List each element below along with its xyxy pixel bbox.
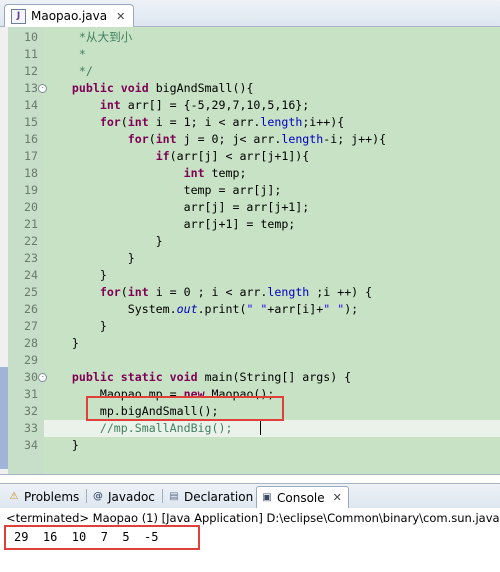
code-line[interactable]: 10 *从大到小 (0, 29, 500, 46)
code-line[interactable]: 17 if(arr[j] < arr[j+1]){ (0, 148, 500, 165)
tab-label: Problems (24, 489, 80, 504)
console-view: <terminated> Maopao (1) [Java Applicatio… (0, 508, 500, 572)
editor-tab-bar: J Maopao.java ✕ (0, 0, 500, 27)
line-number: 10 (24, 30, 38, 44)
line-number: 25 (24, 285, 38, 299)
java-file-icon: J (11, 8, 26, 24)
line-number: 19 (24, 183, 38, 197)
line-number: 16 (24, 132, 38, 146)
declaration-icon: ▤ (169, 491, 179, 502)
code-text: arr[j+1] = temp; (44, 217, 296, 231)
tab-javadoc[interactable]: @ Javadoc (88, 486, 161, 507)
text-caret (260, 421, 261, 435)
code-line[interactable]: 11 * (0, 46, 500, 63)
line-number: 29 (24, 353, 38, 367)
code-line[interactable]: 14 int arr[] = {-5,29,7,10,5,16}; (0, 97, 500, 114)
line-number: 34 (24, 438, 38, 452)
line-number: 31 (24, 387, 38, 401)
code-line[interactable]: 29 (0, 352, 500, 369)
code-text: int temp; (183, 166, 247, 180)
line-number: 26 (24, 302, 38, 316)
code-line[interactable]: 18 int temp; (0, 165, 500, 182)
code-text: } (44, 251, 135, 265)
tab-console[interactable]: ▣ Console ✕ (256, 486, 349, 508)
bottom-panel-tab-bar: ⚠ Problems @ Javadoc ▤ Declaration ▣ Con… (0, 483, 500, 509)
code-text: } (44, 319, 107, 333)
line-number: 24 (24, 268, 38, 282)
tab-problems[interactable]: ⚠ Problems (4, 486, 85, 507)
line-number: 27 (24, 319, 38, 333)
line-number: 21 (24, 217, 38, 231)
console-status-line: <terminated> Maopao (1) [Java Applicatio… (6, 511, 500, 525)
code-text: arr[j] = arr[j+1]; (44, 200, 310, 214)
line-number: 12 (24, 64, 38, 78)
line-number: 11 (24, 47, 38, 61)
code-text: *从大到小 (44, 30, 133, 44)
code-text: for(int j = 0; j< arr.length-i; j++){ (127, 132, 387, 146)
code-line[interactable]: 34 } (0, 437, 500, 454)
code-line[interactable]: 20 arr[j] = arr[j+1]; (0, 199, 500, 216)
code-text: } (44, 268, 107, 282)
editor-tab-maopao[interactable]: J Maopao.java ✕ (4, 4, 135, 27)
line-number: 23 (24, 251, 38, 265)
console-output: 29 16 10 7 5 -5 (14, 530, 159, 544)
code-text: int arr[] = {-5,29,7,10,5,16}; (99, 98, 310, 112)
code-line[interactable]: 27 } (0, 318, 500, 335)
tab-label: Javadoc (108, 489, 155, 504)
line-number: 20 (24, 200, 38, 214)
code-line[interactable]: 13- public void bigAndSmall(){ (0, 80, 500, 97)
code-editor[interactable]: 10 *从大到小 11 * 12 */13- public void bigAndS… (0, 27, 500, 475)
code-text: */ (44, 64, 93, 78)
code-text: for(int i = 1; i < arr.length;i++){ (99, 115, 345, 129)
line-number: 28 (24, 336, 38, 350)
line-number: 17 (24, 149, 38, 163)
close-icon[interactable]: ✕ (333, 491, 342, 504)
code-line[interactable]: 23 } (0, 250, 500, 267)
code-line[interactable]: 24 } (0, 267, 500, 284)
code-text: } (44, 234, 163, 248)
javadoc-icon: @ (93, 491, 103, 502)
code-text: //mp.SmallAndBig(); (44, 421, 233, 435)
code-line[interactable]: 12 */ (0, 63, 500, 80)
highlight-box-method-call (86, 396, 284, 421)
code-text: public void bigAndSmall(){ (71, 81, 254, 95)
code-line[interactable]: 26 System.out.print(" "+arr[i]+" "); (0, 301, 500, 318)
tab-declaration[interactable]: ▤ Declaration (164, 486, 259, 507)
code-text: * (44, 47, 86, 61)
code-line[interactable]: 19 temp = arr[j]; (0, 182, 500, 199)
problems-icon: ⚠ (9, 491, 19, 502)
line-number: 33 (24, 421, 38, 435)
line-number: 18 (24, 166, 38, 180)
code-text: for(int i = 0 ; i < arr.length ;i ++) { (99, 285, 373, 299)
line-number: 14 (24, 98, 38, 112)
code-text: if(arr[j] < arr[j+1]){ (155, 149, 310, 163)
code-line[interactable]: 22 } (0, 233, 500, 250)
tab-label: Console (277, 490, 325, 505)
line-number: 22 (24, 234, 38, 248)
code-text: System.out.print(" "+arr[i]+" "); (44, 302, 359, 316)
code-text: public static void main(String[] args) { (71, 370, 352, 384)
code-line[interactable]: 30- public static void main(String[] arg… (0, 369, 500, 386)
editor-tab-label: Maopao.java (31, 9, 108, 23)
close-icon[interactable]: ✕ (116, 10, 125, 23)
code-line[interactable]: 33 //mp.SmallAndBig(); (24, 420, 500, 437)
code-text: temp = arr[j]; (44, 183, 282, 197)
code-line[interactable]: 28 } (0, 335, 500, 352)
code-line[interactable]: 25 for(int i = 0 ; i < arr.length ;i ++)… (0, 284, 500, 301)
code-text: } (44, 336, 79, 350)
code-line[interactable]: 15 for(int i = 1; i < arr.length;i++){ (0, 114, 500, 131)
code-text: } (44, 438, 79, 452)
line-number: 30 (24, 370, 38, 384)
code-line[interactable]: 21 arr[j+1] = temp; (0, 216, 500, 233)
line-number: 32 (24, 404, 38, 418)
tab-label: Declaration (184, 489, 254, 504)
console-icon: ▣ (262, 492, 272, 503)
line-number: 15 (24, 115, 38, 129)
line-number: 13 (24, 81, 38, 95)
code-line[interactable]: 16 for(int j = 0; j< arr.length-i; j++){ (0, 131, 500, 148)
